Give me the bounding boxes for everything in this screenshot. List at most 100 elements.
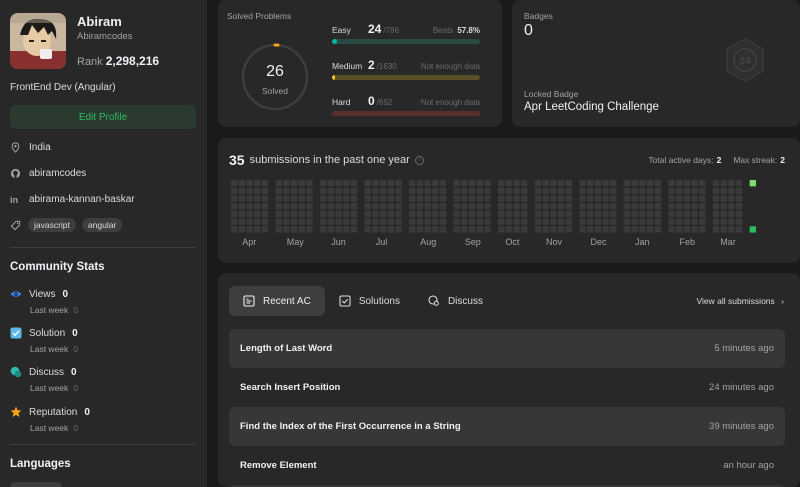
heatmap-cell[interactable] — [327, 203, 335, 210]
heatmap-cell[interactable] — [631, 203, 638, 210]
heatmap-cell[interactable] — [350, 226, 358, 233]
heatmap-cell[interactable] — [565, 195, 572, 202]
heatmap-cell[interactable] — [327, 218, 335, 225]
heatmap-cell[interactable] — [631, 187, 638, 195]
heatmap-cell[interactable] — [534, 226, 542, 233]
heatmap-cell[interactable] — [238, 195, 246, 202]
heatmap-cell[interactable] — [461, 226, 468, 233]
heatmap-cell[interactable] — [424, 218, 431, 225]
heatmap-cell[interactable] — [498, 226, 505, 233]
heatmap-cell[interactable] — [498, 187, 505, 195]
heatmap-cell[interactable] — [484, 210, 491, 218]
heatmap-cell[interactable] — [654, 226, 661, 233]
tab-recent-ac[interactable]: Recent AC — [229, 286, 325, 316]
heatmap-cell[interactable] — [699, 180, 706, 187]
heatmap-cell[interactable] — [683, 218, 691, 225]
heatmap-cell[interactable] — [631, 226, 638, 233]
heatmap-cell[interactable] — [231, 203, 238, 210]
heatmap-cell[interactable] — [335, 226, 342, 233]
heatmap-cell[interactable] — [550, 210, 557, 218]
heatmap-cell[interactable] — [254, 218, 261, 225]
heatmap-cell[interactable] — [550, 226, 557, 233]
heatmap-cell[interactable] — [298, 210, 305, 218]
heatmap-cell[interactable] — [542, 180, 549, 187]
heatmap-cell[interactable] — [735, 187, 743, 195]
heatmap-cell[interactable] — [639, 218, 646, 225]
heatmap-cell[interactable] — [343, 187, 350, 195]
heatmap-cell[interactable] — [432, 195, 439, 202]
heatmap-cell[interactable] — [261, 195, 269, 202]
heatmap-cell[interactable] — [246, 210, 253, 218]
heatmap-cell[interactable] — [683, 180, 691, 187]
heatmap-cell[interactable] — [290, 210, 298, 218]
heatmap-cell[interactable] — [343, 210, 350, 218]
heatmap-cell[interactable] — [290, 180, 298, 187]
heatmap-cell[interactable] — [498, 195, 505, 202]
heatmap-cell[interactable] — [275, 180, 282, 187]
heatmap-cell[interactable] — [579, 210, 586, 218]
heatmap-cell[interactable] — [699, 226, 706, 233]
heatmap-cell[interactable] — [550, 218, 557, 225]
heatmap-cell[interactable] — [298, 187, 305, 195]
heatmap-cell[interactable] — [246, 218, 253, 225]
heatmap-cell[interactable] — [261, 187, 269, 195]
heatmap-cell[interactable] — [468, 180, 476, 187]
heatmap-cell[interactable] — [542, 203, 549, 210]
heatmap-cell[interactable] — [395, 187, 402, 195]
heatmap-cell[interactable] — [327, 187, 335, 195]
heatmap-cell[interactable] — [691, 187, 698, 195]
heatmap-cell[interactable] — [261, 210, 269, 218]
heatmap-cell[interactable] — [468, 203, 476, 210]
heatmap-cell[interactable] — [306, 203, 313, 210]
heatmap-cell[interactable] — [306, 226, 313, 233]
heatmap-cell[interactable] — [246, 187, 253, 195]
heatmap-cell[interactable] — [728, 226, 735, 233]
heatmap-cell[interactable] — [261, 203, 269, 210]
heatmap-cell[interactable] — [461, 195, 468, 202]
heatmap-cell[interactable] — [290, 187, 298, 195]
heatmap-cell[interactable] — [654, 218, 661, 225]
heatmap-cell[interactable] — [623, 226, 631, 233]
linkedin-link[interactable]: abirama-kannan-baskar — [29, 194, 135, 205]
heatmap-cell[interactable] — [498, 218, 505, 225]
heatmap-cell[interactable] — [720, 226, 727, 233]
heatmap-cell[interactable] — [720, 210, 727, 218]
edit-profile-button[interactable]: Edit Profile — [10, 105, 196, 129]
heatmap-cell[interactable] — [557, 180, 565, 187]
heatmap-cell[interactable] — [484, 218, 491, 225]
heatmap-cell[interactable] — [623, 180, 631, 187]
heatmap-cell[interactable] — [461, 187, 468, 195]
heatmap-cell[interactable] — [461, 218, 468, 225]
heatmap-cell[interactable] — [424, 210, 431, 218]
github-link[interactable]: abiramcodes — [29, 168, 86, 179]
heatmap-cell[interactable] — [587, 180, 594, 187]
heatmap-cell[interactable] — [432, 226, 439, 233]
github-row[interactable]: abiramcodes — [10, 168, 86, 179]
heatmap-cell[interactable] — [476, 218, 483, 225]
heatmap-cell[interactable] — [610, 180, 617, 187]
heatmap-cell[interactable] — [712, 187, 720, 195]
heatmap-cell[interactable] — [720, 187, 727, 195]
heatmap-cell[interactable] — [513, 210, 520, 218]
heatmap-cell[interactable] — [676, 195, 683, 202]
heatmap-cell[interactable] — [283, 210, 290, 218]
heatmap-cell[interactable] — [476, 195, 483, 202]
heatmap-cell[interactable] — [424, 180, 431, 187]
heatmap-cell[interactable] — [246, 203, 253, 210]
heatmap-cell[interactable] — [372, 226, 379, 233]
heatmap-cell[interactable] — [623, 203, 631, 210]
heatmap-cell[interactable] — [610, 195, 617, 202]
heatmap-cell[interactable] — [453, 203, 460, 210]
tab-solutions[interactable]: Solutions — [325, 286, 414, 316]
heatmap-cell[interactable] — [379, 203, 387, 210]
heatmap-cell[interactable] — [646, 203, 654, 210]
heatmap-cell[interactable] — [364, 218, 371, 225]
heatmap-cell[interactable] — [379, 180, 387, 187]
heatmap-cell[interactable] — [712, 218, 720, 225]
heatmap-cell[interactable] — [484, 187, 491, 195]
heatmap-cell[interactable] — [231, 210, 238, 218]
heatmap-cell[interactable] — [623, 195, 631, 202]
heatmap-cell[interactable] — [542, 218, 549, 225]
heatmap-cell[interactable] — [372, 203, 379, 210]
heatmap-cell[interactable] — [327, 180, 335, 187]
